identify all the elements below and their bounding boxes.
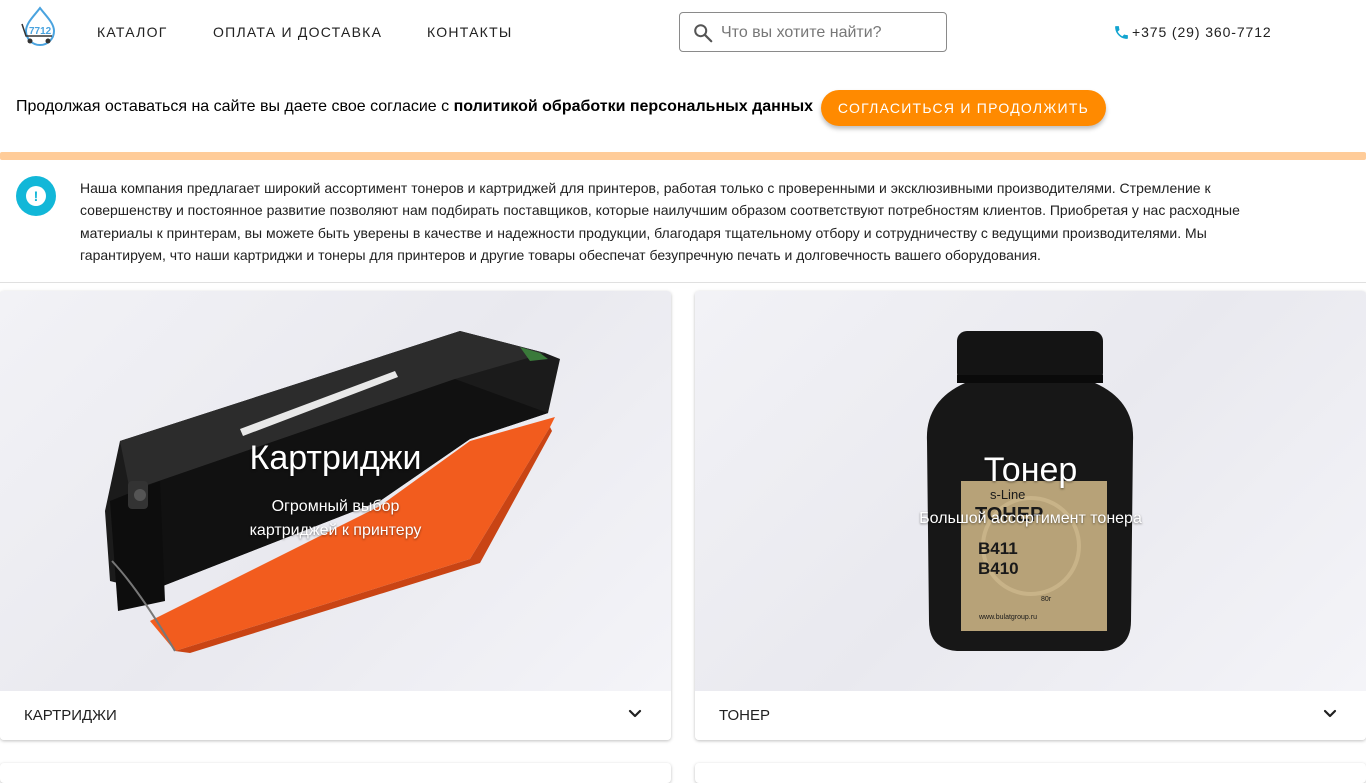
cookie-text: Продолжая оставаться на сайте вы даете с… <box>16 98 813 116</box>
card-subtitle: Большой ассортимент тонера <box>919 510 1142 527</box>
cookie-message: Продолжая оставаться на сайте вы даете с… <box>16 98 454 115</box>
privacy-policy-link[interactable]: политикой обработки персональных данных <box>454 98 813 115</box>
search-box[interactable] <box>679 12 947 52</box>
nav-contacts[interactable]: КОНТАКТЫ <box>427 24 513 40</box>
search-icon <box>694 24 713 43</box>
card-footer-label: КАРТРИДЖИ <box>24 707 117 724</box>
nav-catalog[interactable]: КАТАЛОГ <box>97 24 168 40</box>
category-card-partial[interactable] <box>0 763 671 783</box>
card-footer-label: ТОНЕР <box>719 707 770 724</box>
info-text: Наша компания предлагает широкий ассорти… <box>80 180 1240 263</box>
phone-number: +375 (29) 360-7712 <box>1132 24 1272 40</box>
site-logo[interactable]: 7712 <box>16 6 64 50</box>
card-subtitle-line1: Огромный выбор <box>271 498 400 515</box>
category-card-partial[interactable] <box>695 763 1366 783</box>
svg-text:www.bulatgroup.ru: www.bulatgroup.ru <box>978 614 1037 621</box>
cartridge-illustration <box>105 331 560 653</box>
toner-image: s-Line ТОНЕР B411 B410 80г www.bulatgrou… <box>695 291 1366 691</box>
chevron-down-icon <box>1323 709 1337 718</box>
search-input[interactable] <box>721 21 936 45</box>
top-app-bar: 7712 КАТАЛОГ ОПЛАТА И ДОСТАВКА КОНТАКТЫ … <box>0 0 1366 64</box>
cookie-banner <box>0 76 1366 160</box>
agree-continue-button[interactable]: СОГЛАСИТЬСЯ И ПРОДОЛЖИТЬ <box>821 90 1106 126</box>
toner-bottle-illustration: s-Line ТОНЕР B411 B410 80г www.bulatgrou… <box>926 331 1134 651</box>
cookie-banner-divider <box>0 152 1366 160</box>
svg-text:B410: B410 <box>978 559 1019 578</box>
card-title: Тонер <box>983 451 1078 489</box>
category-card-toner[interactable]: s-Line ТОНЕР B411 B410 80г www.bulatgrou… <box>695 291 1366 740</box>
svg-text:80г: 80г <box>1041 596 1052 603</box>
svg-text:B411: B411 <box>978 539 1018 558</box>
phone-icon <box>1115 26 1128 39</box>
info-alert-icon: ! <box>16 176 56 216</box>
chevron-down-icon <box>628 709 642 718</box>
category-card-cartridges[interactable]: Картриджи Огромный выбор картриджей к пр… <box>0 291 671 740</box>
expand-cartridges[interactable]: КАРТРИДЖИ <box>0 691 671 740</box>
card-title: Картриджи <box>249 439 422 477</box>
card-subtitle-line2: картриджей к принтеру <box>249 522 422 539</box>
svg-text:7712: 7712 <box>29 26 52 37</box>
expand-toner[interactable]: ТОНЕР <box>695 691 1366 740</box>
nav-payment-delivery[interactable]: ОПЛАТА И ДОСТАВКА <box>213 24 382 40</box>
info-block: ! Наша компания предлагает широкий ассор… <box>0 160 1366 283</box>
cartridge-image: Картриджи Огромный выбор картриджей к пр… <box>0 291 671 691</box>
